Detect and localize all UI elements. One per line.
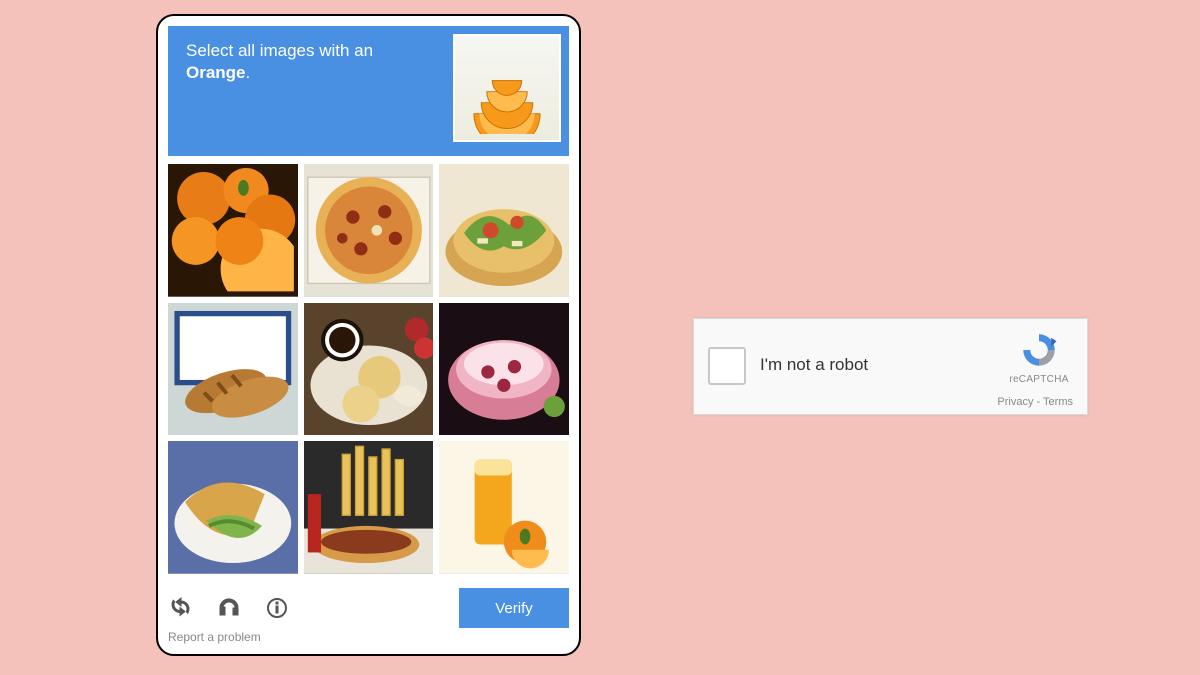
tile-cookies-coffee[interactable] (304, 303, 434, 436)
recaptcha-brand: reCAPTCHA (1009, 374, 1069, 385)
tile-pink-jelly[interactable] (439, 303, 569, 436)
terms-link[interactable]: Terms (1043, 396, 1073, 408)
tile-orange-juice[interactable] (439, 441, 569, 574)
image-grid (168, 164, 569, 574)
instruction-target: Orange (186, 63, 246, 82)
recaptcha-icon (1018, 329, 1060, 371)
info-icon[interactable] (264, 595, 290, 621)
tile-pizza[interactable] (304, 164, 434, 297)
challenge-header: Select all images with an Orange. (168, 26, 569, 156)
verify-button[interactable]: Verify (459, 588, 569, 628)
tile-bread[interactable] (168, 303, 298, 436)
tile-oranges[interactable] (168, 164, 298, 297)
recaptcha-links: Privacy - Terms (997, 396, 1073, 408)
privacy-link[interactable]: Privacy (997, 396, 1033, 408)
not-robot-checkbox[interactable] (708, 347, 746, 385)
reload-icon[interactable] (168, 595, 194, 621)
footer-toolbar: Verify (168, 588, 569, 628)
tile-sandwich[interactable] (168, 441, 298, 574)
recaptcha-logo: reCAPTCHA (1009, 329, 1069, 389)
report-problem-link[interactable]: Report a problem (168, 630, 261, 644)
tile-salad[interactable] (439, 164, 569, 297)
orange-slices-icon (455, 36, 559, 140)
instruction-period: . (246, 63, 251, 82)
sample-thumbnail (453, 34, 561, 142)
captcha-challenge-card: Select all images with an Orange. (156, 14, 581, 656)
tile-fries-hotdog[interactable] (304, 441, 434, 574)
link-separator: - (1033, 396, 1043, 408)
headphones-icon[interactable] (216, 595, 242, 621)
not-robot-label: I'm not a robot (760, 355, 868, 375)
challenge-footer: Verify Report a problem (168, 588, 569, 646)
recaptcha-widget: I'm not a robot reCAPTCHA Privacy - Term… (693, 318, 1088, 415)
